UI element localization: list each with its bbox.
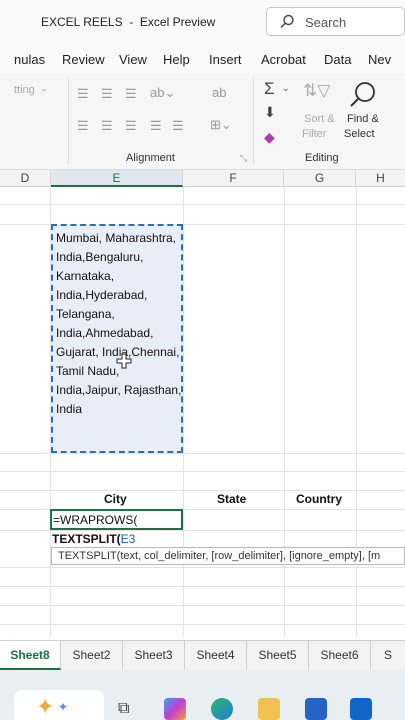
decrease-indent-icon[interactable]: ☰ bbox=[150, 119, 162, 132]
clear-icon[interactable]: ◆ bbox=[264, 130, 275, 144]
search-placeholder: Search bbox=[305, 15, 347, 30]
increase-indent-icon[interactable]: ☰ bbox=[172, 119, 184, 132]
tab-view[interactable]: View bbox=[119, 52, 147, 67]
window-title: EXCEL REELS - Excel Preview bbox=[41, 15, 216, 29]
tab-help[interactable]: Help bbox=[163, 52, 190, 67]
edit-cell-formula: =WRAPROWS( bbox=[53, 513, 138, 527]
header-country[interactable]: Country bbox=[296, 492, 342, 506]
column-header-e[interactable]: E bbox=[51, 170, 183, 187]
sparkle-icon: ✦ bbox=[36, 694, 55, 719]
ribbon-divider bbox=[68, 78, 69, 164]
column-header-f[interactable]: F bbox=[183, 170, 284, 187]
title-bar: EXCEL REELS - Excel Preview Search bbox=[0, 0, 405, 44]
cell-e3-copy-selection[interactable]: Mumbai, Maharashtra, India,Bengaluru, Ka… bbox=[51, 224, 183, 453]
tab-formulas[interactable]: nulas bbox=[14, 52, 45, 67]
header-city[interactable]: City bbox=[104, 492, 127, 506]
column-header-g[interactable]: G bbox=[284, 170, 356, 187]
sheet-tab-sheet6[interactable]: Sheet6 bbox=[309, 641, 371, 670]
taskbar: ✦ ✦ ⧉ bbox=[0, 670, 405, 720]
column-header-h[interactable]: H bbox=[356, 170, 405, 187]
wrap-text-icon[interactable]: ab bbox=[212, 86, 226, 99]
tab-data[interactable]: Data bbox=[324, 52, 351, 67]
align-bottom-icon[interactable]: ☰ bbox=[125, 87, 137, 100]
search-icon bbox=[280, 14, 294, 28]
gridline bbox=[0, 453, 405, 454]
merge-center-icon[interactable]: ⊞⌄ bbox=[210, 118, 232, 131]
chevron-down-icon: ⌄ bbox=[40, 83, 48, 93]
align-center-icon[interactable]: ☰ bbox=[101, 119, 113, 132]
orientation-icon[interactable]: ab⌄ bbox=[150, 86, 175, 99]
gridline bbox=[0, 530, 405, 531]
gridline bbox=[284, 187, 285, 637]
gridline bbox=[0, 204, 405, 205]
gridline bbox=[0, 605, 405, 606]
align-left-icon[interactable]: ☰ bbox=[77, 119, 89, 132]
worksheet-grid[interactable]: Mumbai, Maharashtra, India,Bengaluru, Ka… bbox=[0, 187, 405, 637]
align-middle-icon[interactable]: ☰ bbox=[101, 87, 113, 100]
tab-review[interactable]: Review bbox=[62, 52, 105, 67]
align-right-icon[interactable]: ☰ bbox=[125, 119, 137, 132]
formula-reference: E3 bbox=[120, 532, 136, 546]
cell-e3-text: Mumbai, Maharashtra, India,Bengaluru, Ka… bbox=[56, 231, 182, 416]
fill-icon[interactable]: ⬇ bbox=[264, 105, 276, 119]
sheet-tab-sheet3[interactable]: Sheet3 bbox=[123, 641, 185, 670]
sparkle-small-icon: ✦ bbox=[58, 700, 69, 714]
sheet-tab-sheet2[interactable]: Sheet2 bbox=[61, 641, 123, 670]
active-edit-cell[interactable]: =WRAPROWS( bbox=[50, 509, 183, 530]
cursor-cross-icon bbox=[116, 353, 132, 369]
copilot-icon[interactable] bbox=[164, 698, 186, 720]
header-state[interactable]: State bbox=[217, 492, 246, 506]
alignment-group-label: Alignment bbox=[126, 152, 175, 164]
chevron-down-icon: ⌄ bbox=[282, 83, 290, 93]
gridline bbox=[0, 624, 405, 625]
search-box[interactable]: Search bbox=[266, 7, 405, 36]
gridline bbox=[0, 490, 405, 491]
ribbon-divider bbox=[253, 78, 254, 164]
sort-filter-label-1[interactable]: Sort & bbox=[304, 113, 335, 125]
column-header-d[interactable]: D bbox=[0, 170, 51, 187]
outlook-icon[interactable] bbox=[350, 698, 372, 720]
align-top-icon[interactable]: ☰ bbox=[77, 87, 89, 100]
sort-filter-icon[interactable]: ⇅▽ bbox=[303, 82, 330, 99]
tab-insert[interactable]: Insert bbox=[209, 52, 242, 67]
sheet-tab-partial[interactable]: S bbox=[371, 641, 405, 670]
sort-filter-label-2[interactable]: Filter bbox=[302, 128, 326, 140]
column-headers: D E F G H bbox=[0, 170, 405, 187]
tab-new[interactable]: Nev bbox=[368, 52, 391, 67]
gridline bbox=[0, 567, 405, 568]
gridline bbox=[0, 586, 405, 587]
sheet-tab-sheet8[interactable]: Sheet8 bbox=[0, 641, 61, 670]
sheet-tab-sheet5[interactable]: Sheet5 bbox=[247, 641, 309, 670]
editing-group-label: Editing bbox=[305, 152, 339, 164]
copilot-widget[interactable]: ✦ ✦ bbox=[14, 690, 104, 720]
task-view-icon[interactable]: ⧉ bbox=[118, 700, 129, 718]
find-icon[interactable] bbox=[348, 80, 378, 110]
store-icon[interactable] bbox=[305, 698, 327, 720]
gridline bbox=[356, 187, 357, 637]
conditional-formatting-partial[interactable]: tting bbox=[14, 84, 35, 96]
dialog-launcher-icon[interactable]: ⤡ bbox=[240, 154, 247, 163]
edge-icon[interactable] bbox=[211, 698, 233, 720]
sheet-tabs: Sheet8 Sheet2 Sheet3 Sheet4 Sheet5 Sheet… bbox=[0, 640, 405, 670]
find-select-label-2[interactable]: Select bbox=[344, 128, 375, 140]
sheet-tab-sheet4[interactable]: Sheet4 bbox=[185, 641, 247, 670]
formula-function: TEXTSPLIT( bbox=[52, 532, 121, 546]
find-select-label-1[interactable]: Find & bbox=[347, 113, 379, 125]
function-tooltip[interactable]: TEXTSPLIT(text, col_delimiter, [row_deli… bbox=[51, 547, 405, 565]
autosum-icon[interactable]: Σ bbox=[264, 80, 275, 97]
tab-acrobat[interactable]: Acrobat bbox=[261, 52, 306, 67]
ribbon: tting ⌄ ☰ ☰ ☰ ab⌄ ab ☰ ☰ ☰ ☰ ☰ ⊞⌄ Alignm… bbox=[0, 74, 405, 170]
gridline bbox=[0, 471, 405, 472]
file-explorer-icon[interactable] bbox=[258, 698, 280, 720]
formula-continuation[interactable]: TEXTSPLIT(E3 bbox=[52, 532, 135, 546]
ribbon-tabs: nulas Review View Help Insert Acrobat Da… bbox=[0, 44, 405, 74]
